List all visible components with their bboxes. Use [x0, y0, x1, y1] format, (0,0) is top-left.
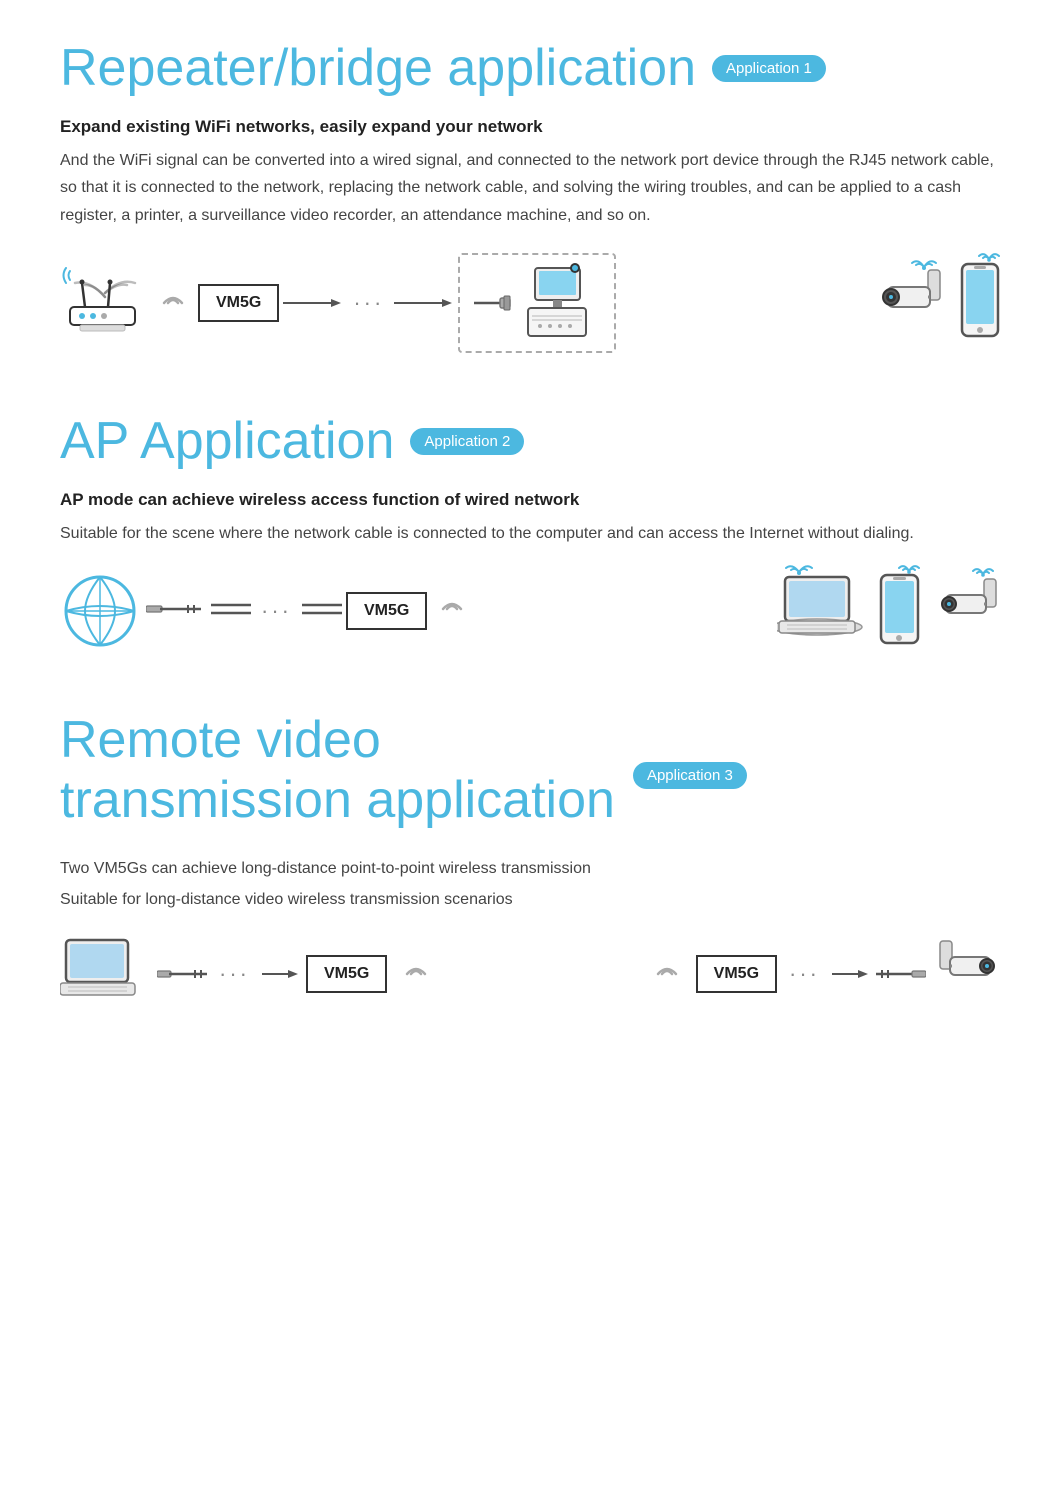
arrow-remote-1 [262, 966, 300, 982]
phone-icon [956, 260, 1004, 340]
laptop-icon-remote [60, 937, 145, 1005]
section-remote: Remote videotransmission application App… [60, 711, 1004, 1010]
laptop-remote-left [60, 937, 145, 1010]
vm5g-box-2: VM5G [346, 592, 427, 630]
page: Repeater/bridge application Application … [0, 0, 1064, 1110]
wifi-laptop-icon [785, 557, 813, 577]
badge-repeater: Application 1 [712, 55, 826, 82]
wifi-small-icon-phone [978, 246, 1000, 264]
camera-wifi-group [873, 265, 948, 340]
description-ap: Suitable for the scene where the network… [60, 520, 1004, 547]
phone-icon-ap [877, 572, 922, 646]
phone-wifi-group-ap [877, 572, 922, 651]
arrow-line-2 [394, 295, 454, 311]
title-row-remote: Remote videotransmission application App… [60, 711, 1004, 831]
section-title-ap: AP Application [60, 413, 394, 470]
security-camera-icon-ap [932, 575, 1004, 643]
diagram-remote: ··· VM5G [60, 937, 1004, 1010]
dashed-device-box [458, 253, 616, 353]
arrow-right-2 [394, 295, 454, 311]
wifi-camera-icon-ap [972, 561, 994, 579]
wifi-right-icon-ap [433, 591, 469, 627]
equal-lines-2 [302, 599, 342, 624]
wifi-above-laptop [785, 557, 813, 582]
title-text-remote: Remote videotransmission application [60, 711, 615, 831]
wifi-vm5g-left-2 [650, 956, 686, 992]
globe-icon-wrap [60, 571, 140, 651]
laptop-wifi-group-ap [777, 573, 867, 650]
equal-signal-left [211, 599, 251, 619]
cable-left-ap [146, 599, 201, 624]
title-row-ap: AP Application Application 2 [60, 413, 1004, 470]
cable-icon-ap-left [146, 599, 201, 619]
dots-remote-2: ··· [783, 961, 826, 987]
camera-remote-right [932, 937, 1004, 1010]
vm5g-box-4: VM5G [696, 955, 777, 993]
cable-icon-remote-1 [157, 964, 207, 984]
camera-icon-remote [932, 937, 1004, 1005]
wifi-small-icon-camera [910, 251, 938, 271]
wifi-above-phone-ap [898, 558, 920, 581]
wifi-right-ap [433, 591, 469, 632]
vm5g-box-1: VM5G [198, 284, 279, 322]
title-row-repeater: Repeater/bridge application Application … [60, 40, 1004, 97]
camera-wifi-group-ap [932, 575, 1004, 648]
section-ap: AP Application Application 2 AP mode can… [60, 413, 1004, 651]
wifi-phone-icon-ap [898, 558, 920, 576]
diagram-ap: ··· VM5G [60, 571, 1004, 651]
globe-icon [60, 571, 140, 651]
wifi-vm5g-right-1 [397, 956, 433, 992]
vm5g-box-3: VM5G [306, 955, 387, 993]
wifi-above-camera [910, 251, 938, 274]
subtitle-repeater: Expand existing WiFi networks, easily ex… [60, 117, 1004, 137]
section-title-remote: Remote videotransmission application [60, 711, 615, 831]
laptop-icon-ap [777, 573, 867, 645]
description-remote-1: Two VM5Gs can achieve long-distance poin… [60, 855, 1004, 882]
arrow-right-1 [283, 295, 343, 311]
security-camera-icon [873, 265, 948, 335]
wifi-above-camera-ap [972, 561, 994, 584]
pos-machine-icon [520, 263, 600, 343]
cable-icon-remote-2 [876, 964, 926, 984]
description-remote-2: Suitable for long-distance video wireles… [60, 886, 1004, 913]
section-repeater: Repeater/bridge application Application … [60, 40, 1004, 353]
signal-left-icon [156, 285, 192, 321]
dots-ap-1: ··· [255, 598, 298, 624]
description-repeater: And the WiFi signal can be converted int… [60, 147, 1004, 229]
section-title-repeater: Repeater/bridge application [60, 40, 696, 97]
phone-wifi-group [956, 260, 1004, 345]
cable-connector-icon [474, 288, 514, 318]
router-icon-wrap [60, 265, 150, 340]
equal-lines-left [211, 599, 251, 624]
badge-ap: Application 2 [410, 428, 524, 455]
description-remote-wrap: Two VM5Gs can achieve long-distance poin… [60, 855, 1004, 913]
diagram-repeater: VM5G ··· [60, 253, 1004, 353]
wifi-above-phone [978, 246, 1000, 269]
arrow-remote-2 [832, 966, 870, 982]
dots-remote-1: ··· [213, 961, 256, 987]
badge-remote: Application 3 [633, 762, 747, 789]
subtitle-ap: AP mode can achieve wireless access func… [60, 490, 1004, 510]
arrow-line-1 [283, 295, 343, 311]
equal-signal-2 [302, 599, 342, 619]
dots-1: ··· [347, 290, 390, 316]
router-icon [60, 265, 150, 340]
left-signal [156, 285, 192, 321]
